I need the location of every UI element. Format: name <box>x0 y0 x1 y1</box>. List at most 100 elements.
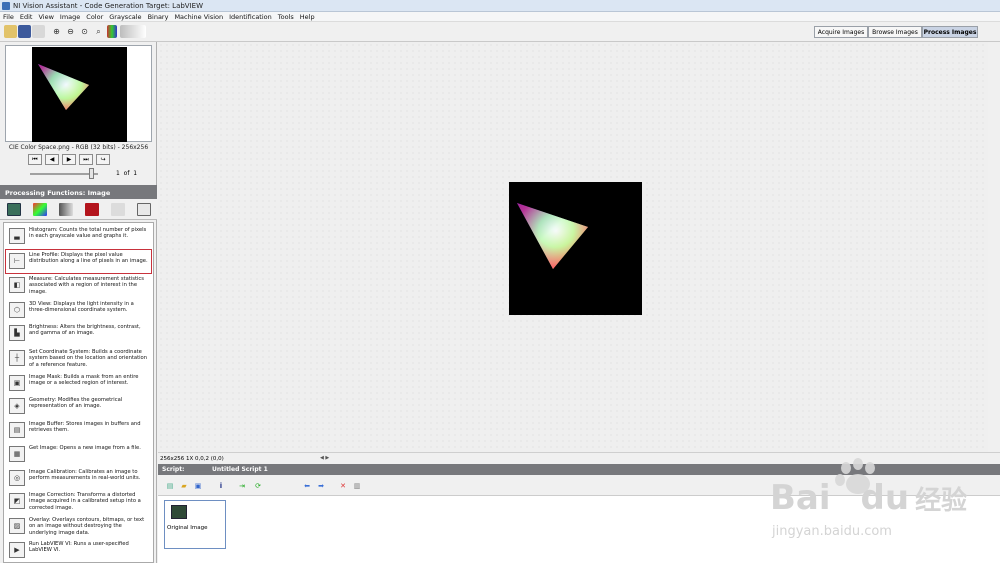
first-image-button[interactable]: ⏮ <box>28 154 42 165</box>
function-overlay[interactable]: ▨ Overlay: Overlays contours, bitmaps, o… <box>6 515 151 538</box>
menu-identification[interactable]: Identification <box>229 13 272 21</box>
save-icon[interactable] <box>18 25 31 38</box>
menu-tools[interactable]: Tools <box>278 13 294 21</box>
run-continuous-icon[interactable]: ⟳ <box>253 481 263 491</box>
function-description: Overlay: Overlays contours, bitmaps, or … <box>29 517 145 536</box>
function-brightness[interactable]: ▙ Brightness: Alters the brightness, con… <box>6 322 151 345</box>
move-right-icon[interactable]: ➡ <box>316 481 326 491</box>
function-run-labview-vi[interactable]: ▶ Run LabVIEW VI: Runs a user-specified … <box>6 539 151 562</box>
acquire-images-button[interactable]: Acquire Images <box>814 26 868 38</box>
save-script-icon[interactable]: ▣ <box>193 481 203 491</box>
measure-icon: ◧ <box>9 277 25 293</box>
zoom-fit-icon[interactable]: ⌕ <box>92 25 105 38</box>
zoom-1-1-icon[interactable]: ⊙ <box>78 25 91 38</box>
scroll-arrows-icon[interactable]: ◀ ▶ <box>320 455 334 461</box>
delete-step-icon[interactable]: ✕ <box>338 481 348 491</box>
line-profile-icon: ⊢ <box>9 253 25 269</box>
function-category-bar <box>0 199 157 220</box>
function-image-buffer[interactable]: ▤ Image Buffer: Stores images in buffers… <box>6 419 151 442</box>
function-line-profile[interactable]: ⊢ Line Profile: Displays the pixel value… <box>5 249 152 274</box>
function-description: Measure: Calculates measurement statisti… <box>29 276 144 295</box>
menu-grayscale[interactable]: Grayscale <box>109 13 141 21</box>
watermark-bai: Bai <box>770 478 831 518</box>
function-description: Image Correction: Transforms a distorted… <box>29 492 141 511</box>
main-toolbar: ⊕ ⊖ ⊙ ⌕ Acquire Images Browse Images Pro… <box>0 22 1000 42</box>
color-palette-icon[interactable] <box>107 25 117 38</box>
menu-bar: File Edit View Image Color Grayscale Bin… <box>0 12 1000 22</box>
open-script-icon[interactable]: ▰ <box>179 481 189 491</box>
function-description: Run LabVIEW VI: Runs a user-specified La… <box>29 541 129 554</box>
original-image-icon <box>171 505 187 519</box>
watermark-du: du <box>860 478 910 518</box>
image-correction-icon: ◩ <box>9 493 25 509</box>
function-geometry[interactable]: ◈ Geometry: Modifies the geometrical rep… <box>6 395 151 418</box>
function-3d-view[interactable]: ⬡ 3D View: Displays the light intensity … <box>6 299 151 322</box>
menu-machine-vision[interactable]: Machine Vision <box>174 13 223 21</box>
move-left-icon[interactable]: ⬅ <box>302 481 312 491</box>
function-description: 3D View: Displays the light intensity in… <box>29 301 134 314</box>
overlay-icon: ▨ <box>9 518 25 534</box>
run-once-icon[interactable]: ⇥ <box>237 481 247 491</box>
color-category-icon[interactable] <box>33 203 47 216</box>
function-get-image[interactable]: ▦ Get Image: Opens a new image from a fi… <box>6 443 151 466</box>
main-image[interactable] <box>509 182 642 315</box>
image-canvas[interactable] <box>158 42 1000 452</box>
image-slider-handle[interactable] <box>89 168 94 179</box>
new-script-icon[interactable]: ▤ <box>165 481 175 491</box>
get-image-icon: ▦ <box>9 446 25 462</box>
function-description: Image Buffer: Stores images in buffers a… <box>29 421 141 434</box>
function-description: Get Image: Opens a new image from a file… <box>29 445 141 451</box>
image-buffer-icon: ▤ <box>9 422 25 438</box>
zoom-in-icon[interactable]: ⊕ <box>50 25 63 38</box>
zoom-out-icon[interactable]: ⊖ <box>64 25 77 38</box>
script-step-original-image[interactable]: Original Image <box>164 500 226 549</box>
image-category-icon[interactable] <box>7 203 21 216</box>
grayscale-category-icon[interactable] <box>59 203 73 216</box>
canvas-vertical-scrollbar[interactable] <box>988 42 1000 452</box>
page-indicator: 1 of 1 <box>116 170 137 177</box>
function-measure[interactable]: ◧ Measure: Calculates measurement statis… <box>6 274 151 297</box>
function-set-coordinate-system[interactable]: ┼ Set Coordinate System: Builds a coordi… <box>6 347 151 370</box>
return-image-button[interactable]: ↪ <box>96 154 110 165</box>
function-image-calibration[interactable]: ◎ Image Calibration: Calibrates an image… <box>6 467 151 490</box>
script-step-label: Original Image <box>167 525 208 531</box>
machine-vision-category-icon[interactable] <box>111 203 125 216</box>
menu-view[interactable]: View <box>38 13 53 21</box>
current-page: 1 <box>116 170 120 177</box>
menu-binary[interactable]: Binary <box>148 13 169 21</box>
function-description: Line Profile: Displays the pixel value d… <box>29 252 148 265</box>
lookup-table-icon[interactable] <box>120 25 146 38</box>
open-image-icon[interactable] <box>4 25 17 38</box>
image-mask-icon: ▣ <box>9 375 25 391</box>
app-icon <box>2 1 10 10</box>
menu-edit[interactable]: Edit <box>20 13 33 21</box>
binary-category-icon[interactable] <box>85 203 99 216</box>
menu-color[interactable]: Color <box>86 13 103 21</box>
menu-file[interactable]: File <box>3 13 14 21</box>
identification-category-icon[interactable] <box>137 203 151 216</box>
processing-functions-header: Processing Functions: Image <box>0 185 157 199</box>
baidu-watermark: Bai du 经验 jingyan.baidu.com <box>770 458 1000 563</box>
function-image-correction[interactable]: ◩ Image Correction: Transforms a distort… <box>6 490 151 513</box>
menu-help[interactable]: Help <box>300 13 315 21</box>
script-name: Untitled Script 1 <box>212 466 268 473</box>
print-icon[interactable] <box>32 25 45 38</box>
image-browser-thumbnail[interactable] <box>5 45 152 142</box>
browse-images-button[interactable]: Browse Images <box>868 26 922 38</box>
menu-image[interactable]: Image <box>60 13 80 21</box>
image-slider-track[interactable] <box>30 173 98 175</box>
previous-image-button[interactable]: ◀ <box>45 154 59 165</box>
last-image-button[interactable]: ⏭ <box>79 154 93 165</box>
function-description: Image Mask: Builds a mask from an entire… <box>29 374 139 387</box>
process-images-button[interactable]: Process Images <box>922 26 978 38</box>
next-image-button[interactable]: ▶ <box>62 154 76 165</box>
geometry-icon: ◈ <box>9 398 25 414</box>
left-panel: CIE Color Space.png - RGB (32 bits) - 25… <box>0 42 157 563</box>
step-properties-icon[interactable]: ▥ <box>352 481 362 491</box>
function-image-mask[interactable]: ▣ Image Mask: Builds a mask from an enti… <box>6 372 151 395</box>
watermark-brand: Bai du 经验 <box>770 478 967 518</box>
window-title: NI Vision Assistant - Code Generation Ta… <box>13 1 203 10</box>
info-icon[interactable]: i <box>216 481 226 491</box>
image-calibration-icon: ◎ <box>9 470 25 486</box>
function-histogram[interactable]: ▃ Histogram: Counts the total number of … <box>6 225 151 248</box>
